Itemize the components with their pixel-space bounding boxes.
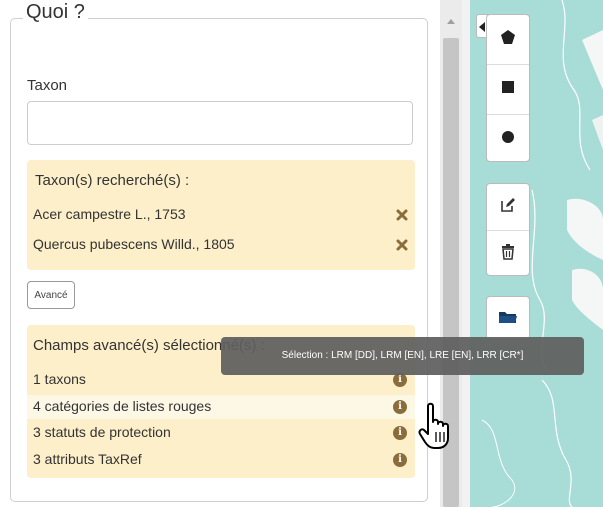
tooltip: Sélection : LRM [DD], LRM [EN], LRE [EN]… [221,337,584,375]
advanced-field-row: 4 catégories de listes rouges i [27,395,415,419]
advanced-field-label: 4 catégories de listes rouges [33,398,212,414]
draw-rectangle-button[interactable] [487,65,529,115]
map-left-border [462,0,470,507]
remove-x-icon[interactable] [395,238,409,252]
file-toolbar [486,296,530,340]
folder-icon [498,309,518,330]
draw-polygon-button[interactable] [487,15,529,65]
edit-layers-button[interactable] [487,184,529,231]
map-view[interactable] [462,0,603,507]
searched-taxon-label: Quercus pubescens Willd., 1805 [33,236,235,252]
searched-taxon-label: Acer campestre L., 1753 [33,206,186,222]
info-icon[interactable]: i [393,453,407,467]
edit-icon [500,197,516,218]
searched-taxon-row: Quercus pubescens Willd., 1805 [27,233,415,257]
draw-circle-button[interactable] [487,115,529,164]
advanced-field-label: 1 taxons [33,371,86,387]
advanced-button[interactable]: Avancé [27,281,75,309]
searched-taxa-box: Taxon(s) recherché(s) : Acer campestre L… [27,160,415,270]
remove-x-icon[interactable] [395,208,409,222]
map-coastline-lines [481,0,603,507]
edit-toolbar [486,183,530,276]
polygon-icon [500,29,516,50]
circle-icon [501,130,515,149]
trash-icon [501,243,515,265]
rectangle-icon [501,80,515,99]
info-icon[interactable]: i [393,373,407,387]
searched-taxon-row: Acer campestre L., 1753 [27,203,415,227]
advanced-field-label: 3 attributs TaxRef [33,451,142,467]
hand-pointer-icon [418,402,454,452]
scroll-up-arrow-icon[interactable] [443,14,459,30]
searched-taxa-title: Taxon(s) recherché(s) : [35,172,190,189]
quoi-fieldset: Quoi ? Taxon Taxon(s) recherché(s) : Ace… [10,1,428,502]
taxon-input[interactable] [27,101,413,145]
open-file-button[interactable] [487,297,529,341]
search-form-panel: Quoi ? Taxon Taxon(s) recherché(s) : Ace… [0,0,440,507]
info-icon[interactable]: i [393,426,407,440]
quoi-legend: Quoi ? [23,1,88,24]
advanced-field-row: 3 statuts de protection i [27,421,415,445]
draw-toolbar [486,14,530,162]
info-icon[interactable]: i [393,400,407,414]
advanced-field-row: 3 attributs TaxRef i [27,448,415,472]
taxon-label: Taxon [27,77,68,94]
delete-layers-button[interactable] [487,231,529,277]
advanced-field-label: 3 statuts de protection [33,424,171,440]
